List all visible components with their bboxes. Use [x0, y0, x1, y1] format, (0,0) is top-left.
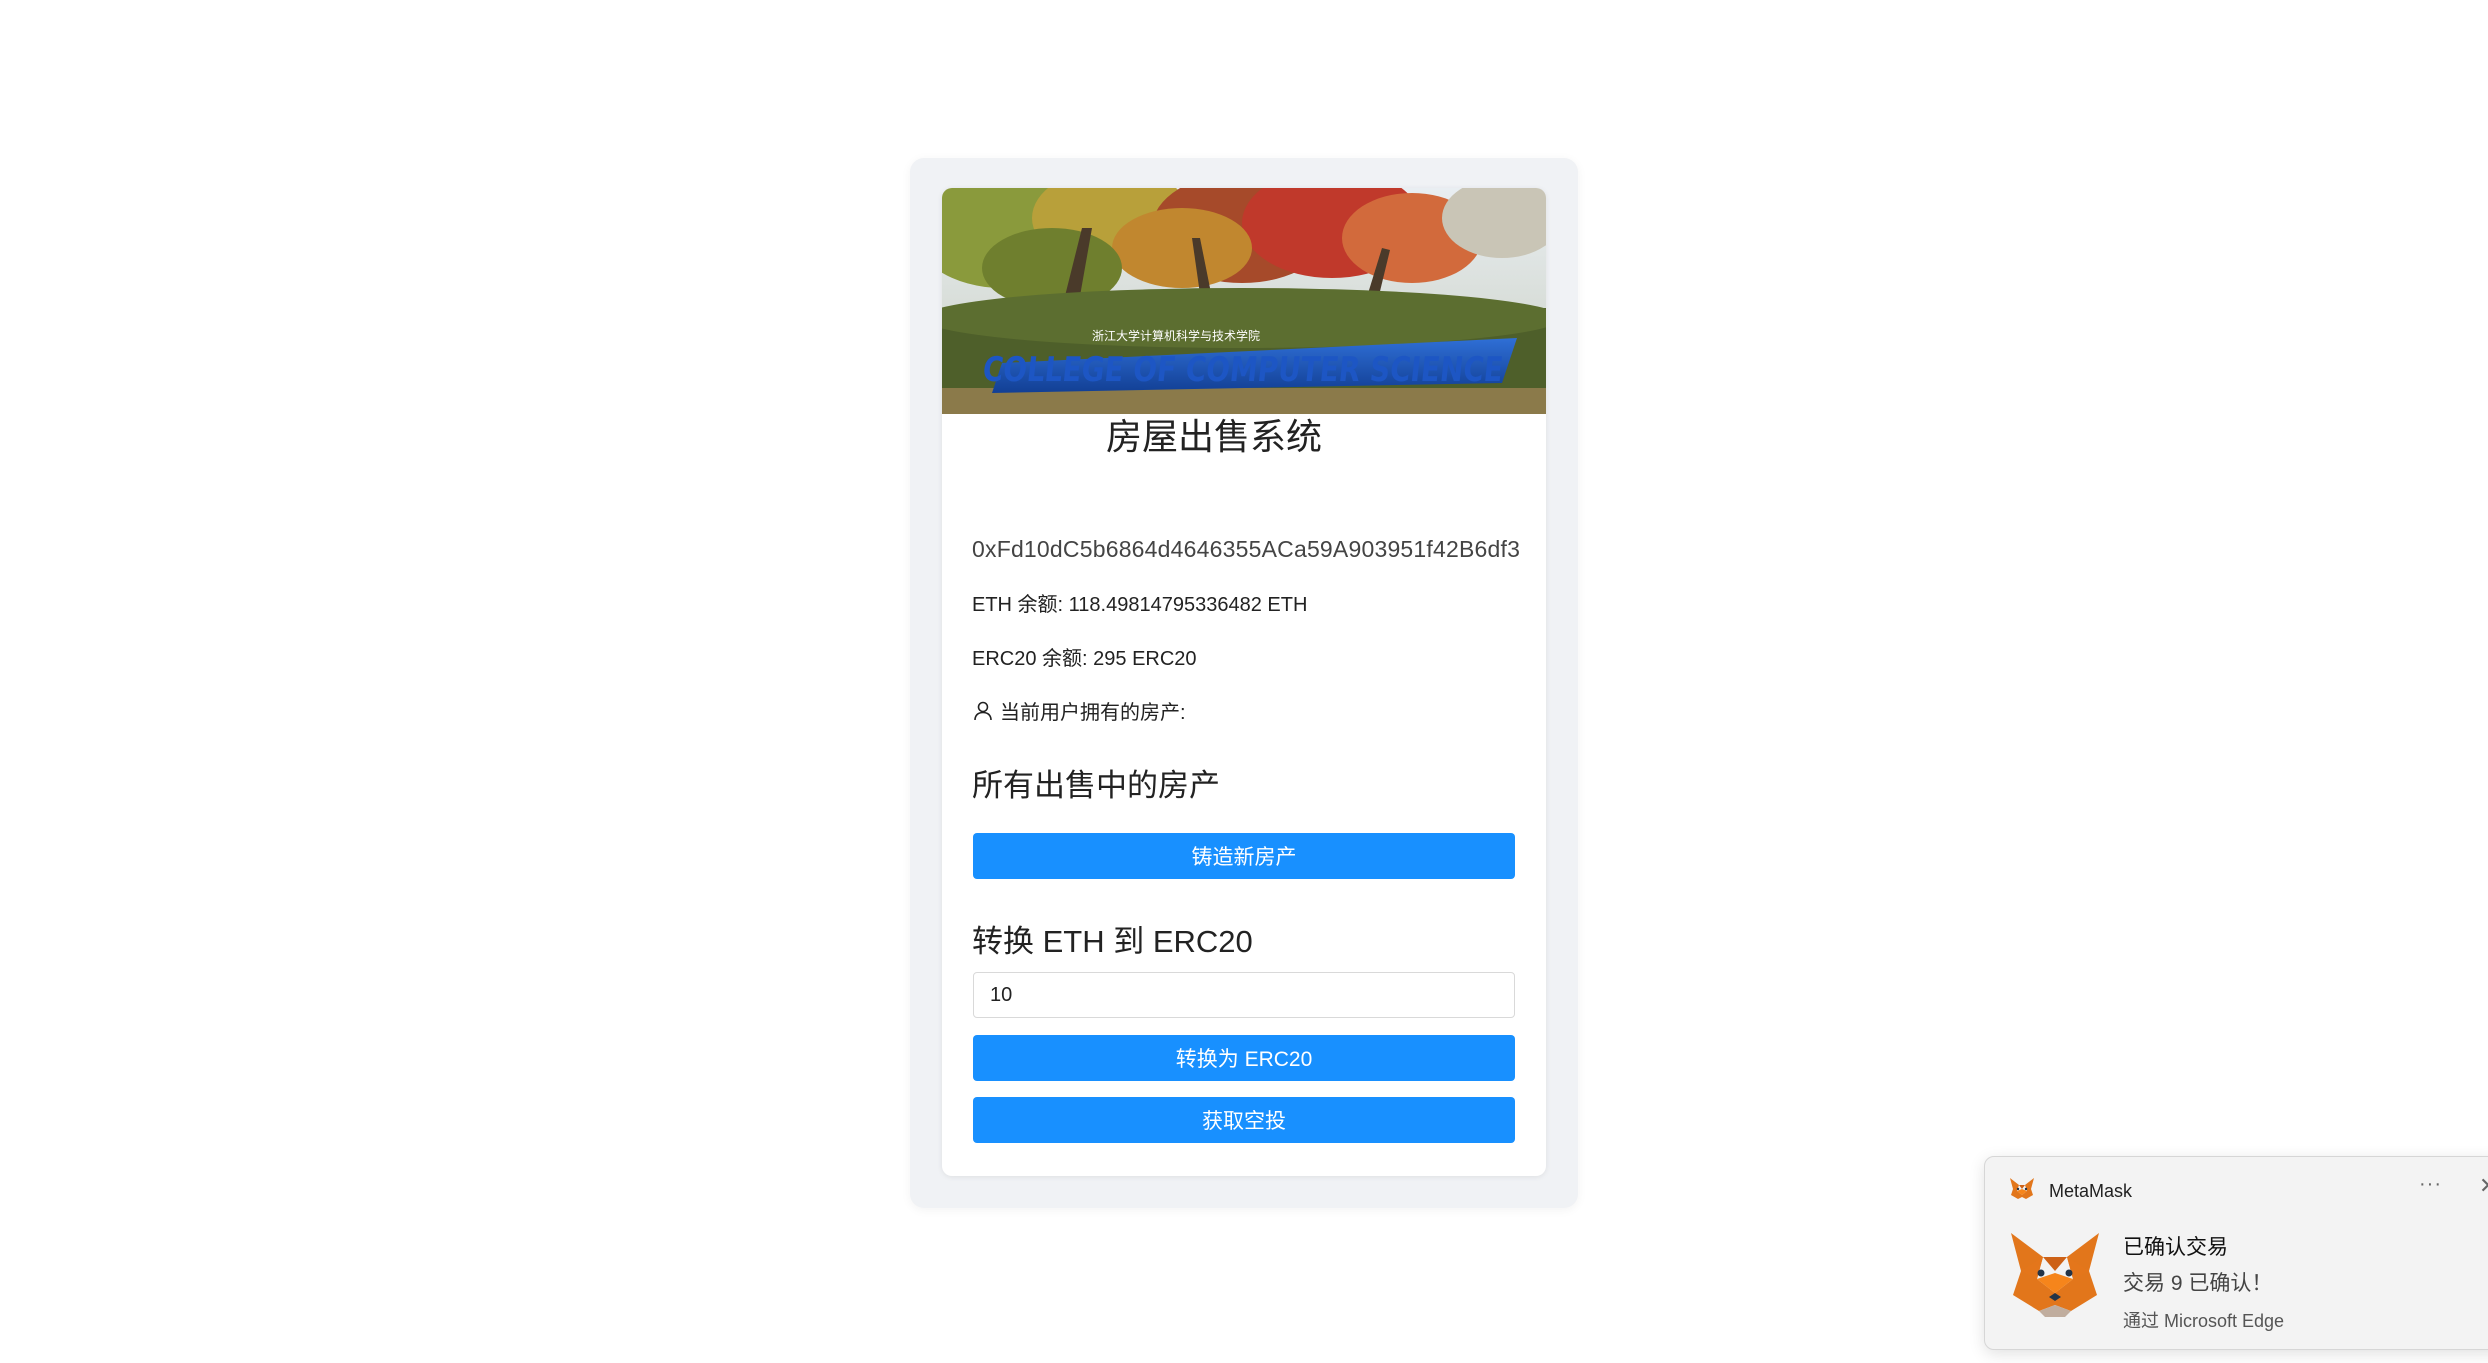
- owned-properties-text: 当前用户拥有的房产:: [1000, 702, 1186, 724]
- banner-image: COLLEGE OF COMPUTER SCIENCE 浙江大学计算机科学与技术…: [942, 188, 1546, 414]
- get-airdrop-button[interactable]: 获取空投: [973, 1097, 1515, 1143]
- convert-heading: 转换 ETH 到 ERC20: [972, 924, 1253, 959]
- eth-amount-input[interactable]: [973, 972, 1515, 1018]
- more-options-icon[interactable]: ···: [2419, 1173, 2442, 1196]
- page-title: 房屋出售系统: [1105, 416, 1322, 457]
- user-icon: [972, 700, 994, 722]
- notification-body: 已确认交易 交易 9 已确认！ 通过 Microsoft Edge: [2123, 1231, 2284, 1333]
- wallet-address: 0xFd10dC5b6864d4646355ACa59A903951f42B6d…: [972, 536, 1521, 562]
- svg-text:COLLEGE OF COMPUTER SCIENCE: COLLEGE OF COMPUTER SCIENCE: [981, 350, 1505, 390]
- metamask-small-icon: [2009, 1177, 2035, 1206]
- metamask-fox-icon: [2007, 1227, 2103, 1323]
- sale-heading: 所有出售中的房产: [972, 768, 1220, 803]
- metamask-notification[interactable]: MetaMask ··· ✕ 已确认交易 交易 9 已确认！ 通过 Micros…: [1984, 1156, 2488, 1350]
- page: COLLEGE OF COMPUTER SCIENCE 浙江大学计算机科学与技术…: [0, 0, 2488, 1363]
- mint-property-button[interactable]: 铸造新房产: [973, 833, 1515, 879]
- notification-source: 通过 Microsoft Edge: [2123, 1311, 2285, 1331]
- owned-properties-label: 当前用户拥有的房产:: [972, 696, 1186, 725]
- notification-header: MetaMask: [2009, 1177, 2132, 1206]
- notification-title: 已确认交易: [2123, 1236, 2228, 1259]
- erc20-balance: ERC20 余额: 295 ERC20: [972, 648, 1197, 670]
- convert-to-erc20-button[interactable]: 转换为 ERC20: [973, 1035, 1515, 1081]
- main-card: COLLEGE OF COMPUTER SCIENCE 浙江大学计算机科学与技术…: [942, 188, 1546, 1176]
- svg-text:浙江大学计算机科学与技术学院: 浙江大学计算机科学与技术学院: [1092, 328, 1260, 343]
- notification-app-name: MetaMask: [2049, 1181, 2133, 1201]
- eth-balance: ETH 余额: 118.49814795336482 ETH: [972, 594, 1308, 616]
- close-icon[interactable]: ✕: [2479, 1173, 2488, 1199]
- notification-message: 交易 9 已确认！: [2123, 1272, 2273, 1295]
